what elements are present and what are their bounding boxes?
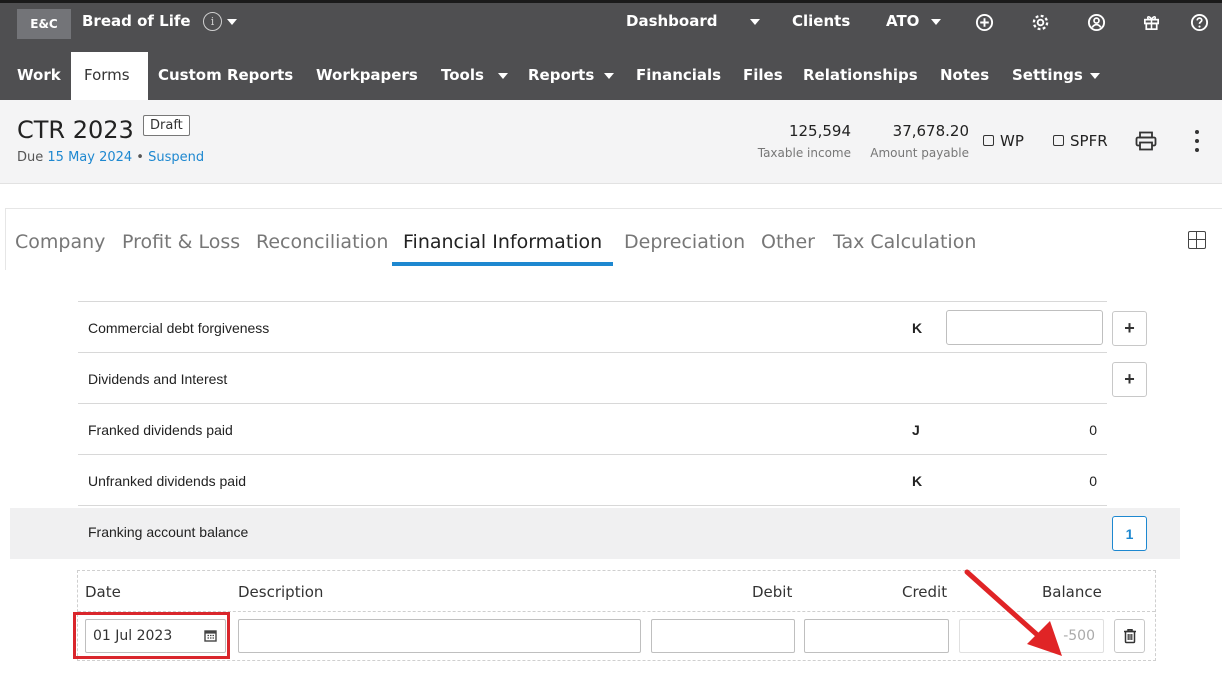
- ato-menu[interactable]: ATO: [886, 12, 919, 30]
- tab-profit-loss[interactable]: Profit & Loss: [122, 231, 240, 253]
- settings-chevron-down-icon[interactable]: [1090, 73, 1100, 79]
- spfr-checkbox[interactable]: SPFR: [1053, 132, 1108, 150]
- tab-tax-calculation[interactable]: Tax Calculation: [833, 231, 976, 253]
- due-date-link[interactable]: 15 May 2024: [47, 150, 132, 165]
- nav-financials[interactable]: Financials: [636, 66, 721, 84]
- top-bar: E&C Bread of Life i Dashboard Clients AT…: [0, 0, 1222, 46]
- nav-tools[interactable]: Tools: [441, 66, 484, 84]
- practice-badge[interactable]: E&C: [17, 9, 71, 39]
- wp-label: WP: [1000, 132, 1024, 150]
- col-date: Date: [85, 583, 121, 601]
- nav-forms[interactable]: Forms: [71, 52, 148, 100]
- row-code: K: [912, 473, 923, 489]
- dashboard-link[interactable]: Dashboard: [626, 12, 717, 30]
- col-debit: Debit: [752, 583, 793, 601]
- suspend-link[interactable]: Suspend: [148, 150, 204, 165]
- row-label: Franking account balance: [88, 524, 249, 540]
- reports-chevron-down-icon[interactable]: [604, 73, 614, 79]
- col-credit: Credit: [902, 583, 948, 601]
- spfr-label: SPFR: [1070, 132, 1108, 150]
- delete-row-button[interactable]: [1114, 619, 1145, 653]
- due-prefix: Due: [17, 150, 48, 165]
- printer-icon[interactable]: [1135, 131, 1157, 151]
- nav-forms-label: Forms: [84, 66, 130, 84]
- plus-circle-icon[interactable]: [973, 10, 995, 34]
- table-row: Franked dividends paid J 0: [78, 404, 1107, 455]
- dashboard-chevron-down-icon[interactable]: [750, 19, 760, 25]
- gift-icon[interactable]: [1140, 10, 1162, 34]
- taxable-income-value: 125,594: [788, 122, 851, 140]
- nav-files[interactable]: Files: [743, 66, 783, 84]
- nav-notes[interactable]: Notes: [940, 66, 989, 84]
- clients-link[interactable]: Clients: [792, 12, 850, 30]
- wp-checkbox-box[interactable]: [983, 135, 994, 146]
- client-chevron-down-icon[interactable]: [227, 19, 237, 25]
- grid-layout-icon[interactable]: [1188, 231, 1206, 249]
- row-value: 0: [1089, 422, 1097, 438]
- nav-work[interactable]: Work: [17, 66, 61, 84]
- tab-depreciation[interactable]: Depreciation: [624, 231, 745, 253]
- nav-custom-reports[interactable]: Custom Reports: [158, 66, 293, 84]
- account-icon[interactable]: [1085, 10, 1107, 34]
- add-commercial-debt-button[interactable]: +: [1112, 311, 1147, 346]
- gear-icon[interactable]: [1029, 10, 1051, 34]
- help-icon[interactable]: [1188, 10, 1210, 34]
- top-strip: [0, 0, 1222, 3]
- franking-count-button[interactable]: 1: [1112, 516, 1147, 551]
- active-tab-indicator: [392, 262, 613, 266]
- financial-information-rows: Commercial debt forgiveness K Dividends …: [78, 301, 1107, 557]
- tab-financial-information[interactable]: Financial Information: [403, 231, 602, 253]
- add-dividends-button[interactable]: +: [1112, 362, 1147, 397]
- table-row: Unfranked dividends paid K 0: [78, 455, 1107, 506]
- commercial-debt-forgiveness-input[interactable]: [946, 310, 1103, 345]
- due-separator: •: [132, 150, 149, 165]
- trash-icon: [1123, 629, 1136, 644]
- taxable-income-label: Taxable income: [757, 146, 851, 160]
- franking-account-table: Date Description Debit Credit Balance 01…: [77, 570, 1156, 661]
- ato-chevron-down-icon[interactable]: [931, 19, 941, 25]
- row-label: Dividends and Interest: [88, 371, 228, 387]
- amount-payable-value: 37,678.20: [892, 122, 969, 140]
- description-input[interactable]: [238, 619, 641, 653]
- debit-input[interactable]: [651, 619, 795, 653]
- status-badge: Draft: [143, 115, 190, 136]
- balance-field: -500: [959, 619, 1104, 653]
- highlight-box: [73, 612, 230, 659]
- tab-other[interactable]: Other: [761, 231, 815, 253]
- nav-workpapers[interactable]: Workpapers: [316, 66, 418, 84]
- row-label: Unfranked dividends paid: [88, 473, 246, 489]
- table-row: Commercial debt forgiveness K: [78, 302, 1107, 353]
- nav-relationships[interactable]: Relationships: [803, 66, 918, 84]
- form-tabs: Company Profit & Loss Reconciliation Fin…: [5, 208, 1222, 270]
- row-code: J: [912, 422, 920, 438]
- table-row[interactable]: Franking account balance: [78, 506, 1107, 557]
- col-description: Description: [238, 583, 324, 601]
- nav-settings[interactable]: Settings: [1012, 66, 1083, 84]
- credit-input[interactable]: [804, 619, 949, 653]
- page-title: CTR 2023: [17, 116, 134, 144]
- row-label: Commercial debt forgiveness: [88, 320, 270, 336]
- return-header: CTR 2023 Draft Due 15 May 2024 • Suspend…: [0, 100, 1222, 184]
- tools-chevron-down-icon[interactable]: [498, 73, 508, 79]
- header-divider: [78, 611, 1155, 612]
- due-line: Due 15 May 2024 • Suspend: [17, 150, 204, 165]
- client-name[interactable]: Bread of Life: [82, 12, 191, 30]
- wp-checkbox[interactable]: WP: [983, 132, 1024, 150]
- row-code: K: [912, 320, 923, 336]
- amount-payable-label: Amount payable: [870, 146, 969, 160]
- main-nav: Work Forms Custom Reports Workpapers Too…: [0, 46, 1222, 100]
- row-value: 0: [1089, 473, 1097, 489]
- tab-reconciliation[interactable]: Reconciliation: [256, 231, 388, 253]
- row-label: Franked dividends paid: [88, 422, 233, 438]
- info-icon[interactable]: i: [203, 12, 222, 31]
- nav-reports[interactable]: Reports: [528, 66, 594, 84]
- spfr-checkbox-box[interactable]: [1053, 135, 1064, 146]
- col-balance: Balance: [1042, 583, 1102, 601]
- tab-company[interactable]: Company: [15, 231, 105, 253]
- more-options-icon[interactable]: [1193, 130, 1201, 152]
- table-row: Dividends and Interest: [78, 353, 1107, 404]
